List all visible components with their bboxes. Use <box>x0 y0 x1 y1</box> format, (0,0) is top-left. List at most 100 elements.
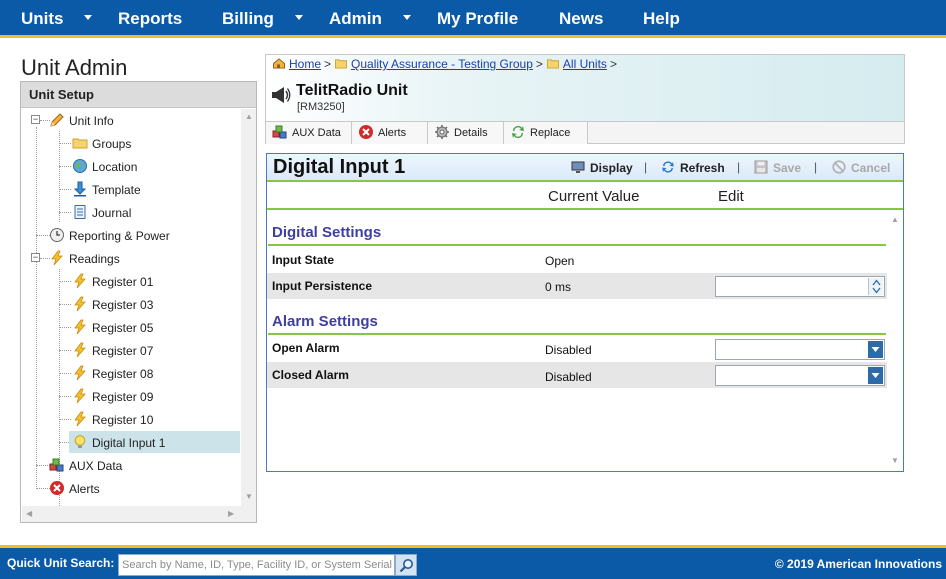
scroll-down-arrow-icon[interactable]: ▼ <box>891 456 899 465</box>
closed-alarm-dropdown[interactable] <box>715 365 885 386</box>
scroll-up-arrow-icon[interactable]: ▲ <box>245 112 253 121</box>
tree-guide-line <box>59 304 71 305</box>
tree-item-label: Groups <box>92 136 132 151</box>
quick-search-button[interactable] <box>395 554 417 576</box>
section-title-alarm-settings: Alarm Settings <box>272 313 378 330</box>
setting-current-value: 0 ms <box>545 280 572 294</box>
tree-item-location[interactable]: Location <box>72 155 137 177</box>
tree-item-label: Unit Info <box>69 113 114 128</box>
tree-item-label: Journal <box>92 205 132 220</box>
tree-item-reporting-power[interactable]: Reporting & Power <box>49 224 170 246</box>
scroll-up-arrow-icon[interactable]: ▲ <box>891 215 899 224</box>
quick-search-input[interactable] <box>118 554 395 576</box>
setting-current-value: Disabled <box>545 343 592 357</box>
input-persistence-spinner[interactable] <box>715 276 885 297</box>
tab-aux-data[interactable]: AUX Data <box>266 122 352 144</box>
setting-row-input-state: Input State Open <box>267 247 887 273</box>
grid-vertical-scrollbar[interactable]: ▲ ▼ <box>887 212 903 469</box>
gear-icon <box>435 125 449 140</box>
toolbar-separator: | <box>644 160 648 174</box>
tree-guide-line <box>59 281 71 282</box>
tree-item-readings[interactable]: Readings <box>49 247 120 269</box>
nav-my-profile[interactable]: My Profile <box>437 0 518 38</box>
breadcrumb-home-link[interactable]: Home <box>289 57 321 71</box>
breadcrumb-all-units-link[interactable]: All Units <box>563 57 607 71</box>
column-headers: Current Value Edit <box>267 184 903 210</box>
lightning-icon <box>74 273 86 289</box>
cancel-icon <box>832 160 846 174</box>
tree-item-aux-data[interactable]: AUX Data <box>49 454 122 476</box>
tab-label: AUX Data <box>292 127 341 139</box>
breadcrumb-separator: > <box>609 57 617 71</box>
dropdown-button[interactable] <box>868 367 883 384</box>
tree-guide-line <box>36 127 37 487</box>
unit-info-collapse-toggle[interactable]: − <box>31 115 40 124</box>
refresh-button[interactable]: Refresh <box>661 160 725 176</box>
folder-icon <box>335 59 347 69</box>
tree-item-register-10[interactable]: Register 10 <box>72 408 153 430</box>
page-title: Unit Admin <box>21 55 128 80</box>
tree-item-alerts[interactable]: Alerts <box>49 477 100 499</box>
scroll-down-arrow-icon[interactable]: ▼ <box>245 492 253 501</box>
tree-guide-line <box>59 189 71 190</box>
cubes-icon <box>272 125 287 139</box>
dropdown-button[interactable] <box>868 341 883 358</box>
tree-item-unit-info[interactable]: Unit Info <box>49 109 114 131</box>
tree-guide-line <box>59 327 71 328</box>
tree-item-label: Register 08 <box>92 366 154 381</box>
nav-admin-caret-icon[interactable] <box>403 15 411 20</box>
tab-alerts[interactable]: Alerts <box>352 122 428 144</box>
nav-admin[interactable]: Admin <box>329 0 382 38</box>
tab-replace[interactable]: Replace <box>504 122 588 144</box>
home-icon <box>273 58 285 69</box>
tree-item-groups[interactable]: Groups <box>72 132 131 154</box>
nav-units-caret-icon[interactable] <box>84 15 92 20</box>
tree-item-register-05[interactable]: Register 05 <box>72 316 153 338</box>
tree-item-digital-input-1[interactable]: Digital Input 1 <box>69 431 240 453</box>
chevron-down-icon <box>871 373 880 378</box>
panel-header: Digital Input 1 Display | Refresh | Save… <box>267 154 903 182</box>
tree-item-label: Template <box>92 182 141 197</box>
nav-news[interactable]: News <box>559 0 603 38</box>
breadcrumb-group-link[interactable]: Quality Assurance - Testing Group <box>351 57 533 71</box>
tree-item-register-09[interactable]: Register 09 <box>72 385 153 407</box>
scroll-right-arrow-icon[interactable]: ▶ <box>228 509 234 518</box>
nav-billing[interactable]: Billing <box>222 0 274 38</box>
cancel-button[interactable]: Cancel <box>832 160 890 176</box>
tab-label: Details <box>454 127 488 139</box>
spinner-up-icon[interactable] <box>872 279 881 286</box>
lightning-icon <box>74 296 86 312</box>
tree-horizontal-scrollbar[interactable]: ◀ ▶ <box>22 506 256 522</box>
tree-item-template[interactable]: Template <box>72 178 141 200</box>
nav-billing-caret-icon[interactable] <box>295 15 303 20</box>
tree-guide-line <box>59 143 71 144</box>
tab-details[interactable]: Details <box>428 122 504 144</box>
nav-units[interactable]: Units <box>21 0 64 38</box>
tree-item-register-08[interactable]: Register 08 <box>72 362 153 384</box>
readings-collapse-toggle[interactable]: − <box>31 253 40 262</box>
tree-item-label: Register 09 <box>92 389 154 404</box>
open-alarm-dropdown[interactable] <box>715 339 885 360</box>
nav-help[interactable]: Help <box>643 0 680 38</box>
save-button[interactable]: Save <box>754 160 801 176</box>
nav-reports[interactable]: Reports <box>118 0 182 38</box>
toolbar-separator: | <box>737 160 741 174</box>
tree-item-register-07[interactable]: Register 07 <box>72 339 153 361</box>
globe-icon <box>73 158 87 173</box>
scroll-left-arrow-icon[interactable]: ◀ <box>26 509 32 518</box>
spinner-down-icon[interactable] <box>872 287 881 294</box>
toolbar-separator: | <box>814 160 818 174</box>
tree-guide-line <box>59 131 60 222</box>
spinner-buttons[interactable] <box>868 278 883 295</box>
tree-guide-line <box>36 488 50 489</box>
breadcrumb-separator: > <box>535 57 543 71</box>
page: Units Reports Billing Admin My Profile N… <box>0 0 946 579</box>
display-button[interactable]: Display <box>571 160 633 176</box>
tree-vertical-scrollbar[interactable]: ▲ ▼ <box>241 109 256 506</box>
tree-guide-line <box>59 212 71 213</box>
tree-item-register-03[interactable]: Register 03 <box>72 293 153 315</box>
tree-item-register-01[interactable]: Register 01 <box>72 270 153 292</box>
lightning-icon <box>74 411 86 427</box>
tree-item-journal[interactable]: Journal <box>72 201 131 223</box>
unit-tabs: AUX Data Alerts Details Replace <box>265 122 905 144</box>
